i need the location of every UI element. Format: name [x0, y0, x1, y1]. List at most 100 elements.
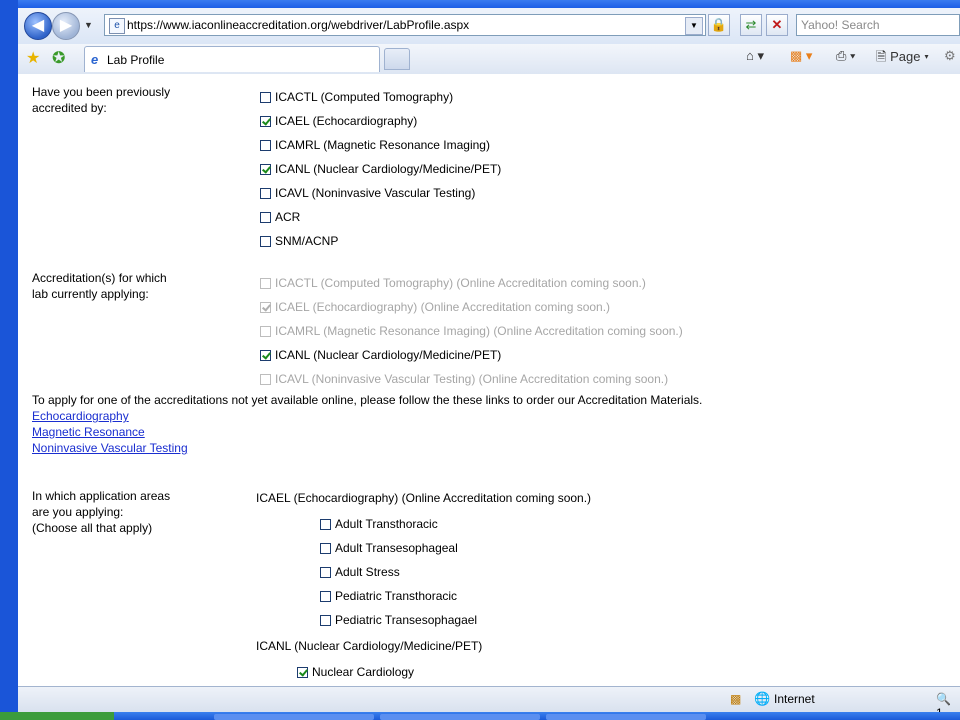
prev-option-acr[interactable]: ACR [260, 210, 300, 224]
ie-icon: e [91, 52, 99, 67]
prev-label-line2: accredited by: [32, 101, 107, 115]
protected-mode-icon[interactable]: ▩ [730, 692, 741, 706]
window-border [0, 0, 18, 720]
checkbox[interactable] [320, 591, 331, 602]
apply-option-icamrl: ICAMRL (Magnetic Resonance Imaging) (Onl… [260, 324, 683, 338]
areas-label-line2: are you applying: [32, 505, 124, 519]
area-nuclear-cardiology[interactable]: Nuclear Cardiology [297, 665, 414, 679]
page-content: Have you been previously accredited by: … [18, 74, 960, 686]
checkbox[interactable] [260, 164, 271, 175]
option-label: Pediatric Transthoracic [335, 589, 458, 603]
option-label: SNM/ACNP [275, 234, 339, 248]
option-label: ICACTL (Computed Tomography) (Online Acc… [275, 276, 646, 290]
home-icon[interactable]: ⌂ ▾ [746, 48, 764, 64]
page-menu-label: Page [890, 49, 921, 64]
option-label: Adult Stress [335, 565, 400, 579]
checkbox[interactable] [260, 188, 271, 199]
checkbox[interactable] [320, 519, 331, 530]
tools-gear-icon[interactable]: ⚙ [944, 48, 956, 64]
checkbox[interactable] [320, 615, 331, 626]
lock-icon[interactable]: 🔒 [708, 14, 730, 36]
taskbar-button[interactable] [214, 714, 374, 720]
option-label: ICAVL (Noninvasive Vascular Testing) [275, 186, 476, 200]
link-echocardiography[interactable]: Echocardiography [32, 408, 722, 424]
applying-label-line1: Accreditation(s) for which [32, 271, 167, 285]
info-text: To apply for one of the accreditations n… [32, 393, 703, 407]
taskbar-button[interactable] [546, 714, 706, 720]
option-label: ICACTL (Computed Tomography) [275, 90, 454, 104]
icanl-heading: ICANL (Nuclear Cardiology/Medicine/PET) [256, 639, 483, 653]
apply-option-icavl: ICAVL (Noninvasive Vascular Testing) (On… [260, 372, 668, 386]
areas-label: In which application areas are you apply… [32, 488, 170, 536]
apply-option-icactl: ICACTL (Computed Tomography) (Online Acc… [260, 276, 646, 290]
area-adult-stress[interactable]: Adult Stress [320, 565, 400, 579]
search-input[interactable]: Yahoo! Search [796, 14, 960, 36]
option-label: Nuclear Cardiology [312, 665, 415, 679]
favorites-star-icon[interactable]: ★ [26, 48, 40, 68]
areas-label-line1: In which application areas [32, 489, 171, 503]
prev-option-icael[interactable]: ICAEL (Echocardiography) [260, 114, 417, 128]
checkbox[interactable] [260, 236, 271, 247]
area-adult-transthoracic[interactable]: Adult Transthoracic [320, 517, 438, 531]
prev-option-icavl[interactable]: ICAVL (Noninvasive Vascular Testing) [260, 186, 475, 200]
apply-option-icanl[interactable]: ICANL (Nuclear Cardiology/Medicine/PET) [260, 348, 501, 362]
prev-option-snm[interactable]: SNM/ACNP [260, 234, 338, 248]
checkbox[interactable] [260, 350, 271, 361]
option-label: ICAEL (Echocardiography) (Online Accredi… [275, 300, 611, 314]
prev-accredited-label: Have you been previously accredited by: [32, 84, 170, 116]
checkbox[interactable] [320, 567, 331, 578]
checkbox[interactable] [260, 212, 271, 223]
option-label: Adult Transesophageal [335, 541, 458, 555]
apply-option-icael: ICAEL (Echocardiography) (Online Accredi… [260, 300, 610, 314]
option-label: ICAEL (Echocardiography) [275, 114, 418, 128]
checkbox[interactable] [260, 140, 271, 151]
area-adult-transesophageal[interactable]: Adult Transesophageal [320, 541, 458, 555]
tab-lab-profile[interactable]: e Lab Profile [84, 46, 380, 72]
page-icon: e [109, 18, 125, 34]
print-icon[interactable]: ⎙ ▾ [836, 48, 855, 64]
add-favorites-icon[interactable]: ✪ [52, 48, 65, 68]
forward-button[interactable]: ▶ [52, 12, 80, 40]
area-pediatric-transesophageal[interactable]: Pediatric Transesophagael [320, 613, 477, 627]
checkbox[interactable] [320, 543, 331, 554]
taskbar [0, 712, 960, 720]
option-label: ICAMRL (Magnetic Resonance Imaging) [275, 138, 490, 152]
address-dropdown-icon[interactable]: ▼ [685, 17, 703, 35]
globe-icon: 🌐 [754, 691, 771, 706]
checkbox [260, 278, 271, 289]
start-button[interactable] [0, 712, 114, 720]
prev-option-icanl[interactable]: ICANL (Nuclear Cardiology/Medicine/PET) [260, 162, 501, 176]
option-label: ICAVL (Noninvasive Vascular Testing) (On… [275, 372, 669, 386]
title-bar [0, 0, 960, 8]
address-url: https://www.iaconlineaccreditation.org/w… [127, 18, 470, 32]
page-menu[interactable]: 🗎 Page ▾ [876, 48, 929, 70]
checkbox [260, 302, 271, 313]
checkbox [260, 326, 271, 337]
status-bar: ▩ 🌐 Internet 🔍 1 [18, 686, 960, 720]
link-noninvasive-vascular[interactable]: Noninvasive Vascular Testing [32, 440, 722, 456]
feeds-icon[interactable]: ▩ ▾ [790, 48, 812, 64]
checkbox [260, 374, 271, 385]
prev-label-line1: Have you been previously [32, 85, 171, 99]
link-magnetic-resonance[interactable]: Magnetic Resonance [32, 424, 722, 440]
applying-label-line2: lab currently applying: [32, 287, 149, 301]
stop-icon[interactable]: ✕ [766, 14, 788, 36]
area-pediatric-transthoracic[interactable]: Pediatric Transthoracic [320, 589, 457, 603]
address-bar[interactable]: e https://www.iaconlineaccreditation.org… [104, 14, 706, 36]
prev-option-icamrl[interactable]: ICAMRL (Magnetic Resonance Imaging) [260, 138, 490, 152]
option-label: Adult Transthoracic [335, 517, 438, 531]
new-tab-button[interactable] [384, 48, 410, 70]
taskbar-button[interactable] [380, 714, 540, 720]
option-label: ACR [275, 210, 301, 224]
option-label: Pediatric Transesophagael [335, 613, 478, 627]
refresh-icon[interactable]: ⇄ [740, 14, 762, 36]
info-section: To apply for one of the accreditations n… [32, 392, 722, 456]
checkbox[interactable] [260, 116, 271, 127]
prev-option-icactl[interactable]: ICACTL (Computed Tomography) [260, 90, 453, 104]
tab-title: Lab Profile [107, 53, 165, 67]
checkbox[interactable] [297, 667, 308, 678]
checkbox[interactable] [260, 92, 271, 103]
back-button[interactable]: ◀ [24, 12, 52, 40]
history-dropdown-icon[interactable]: ▼ [84, 20, 93, 30]
icael-heading: ICAEL (Echocardiography) (Online Accredi… [256, 491, 592, 505]
